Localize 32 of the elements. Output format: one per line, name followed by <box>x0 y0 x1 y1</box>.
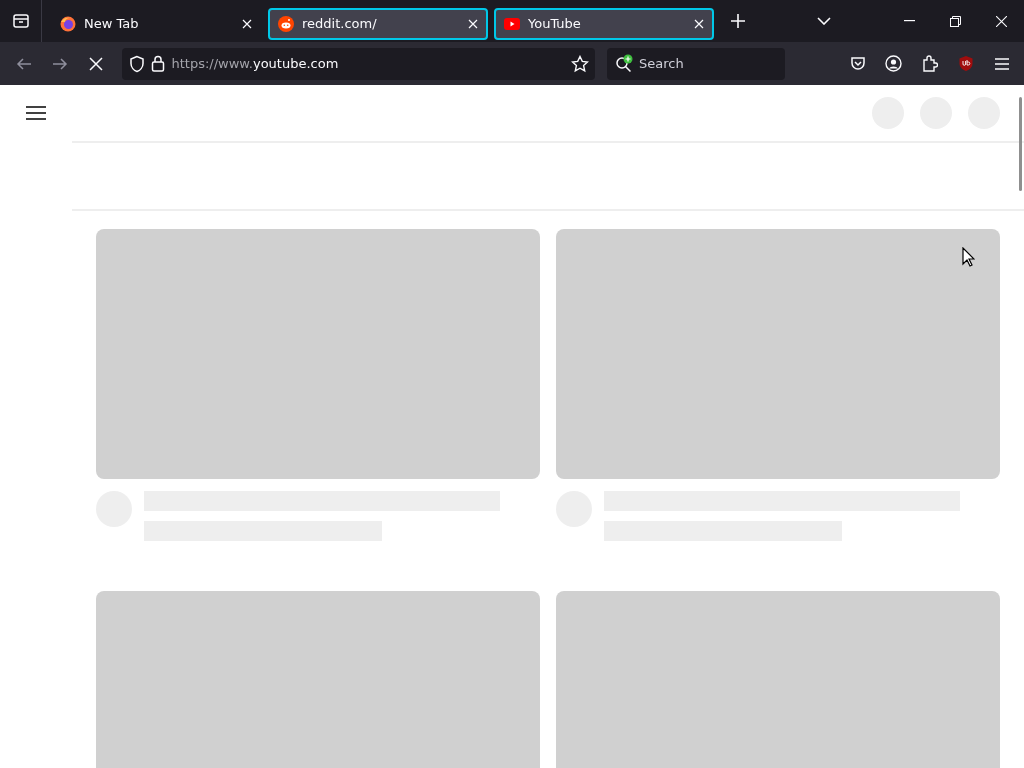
browser-tab[interactable]: reddit.com/ <box>268 7 488 40</box>
shield-icon <box>128 54 145 73</box>
puzzle-icon <box>921 55 938 72</box>
restore-icon <box>949 15 961 27</box>
chevron-down-icon <box>817 17 831 25</box>
menu-icon <box>993 56 1010 71</box>
account-icon <box>885 55 902 72</box>
pocket-icon <box>849 55 866 72</box>
minimize-icon <box>903 20 915 22</box>
search-field[interactable]: Search <box>607 47 785 80</box>
lock-icon <box>151 55 165 72</box>
shield-icon <box>957 55 974 72</box>
firefox-icon <box>60 15 76 32</box>
browser-tab[interactable]: New Tab <box>50 7 262 40</box>
forward-arrow-icon <box>52 55 68 72</box>
menu-icon[interactable] <box>26 105 46 121</box>
close-icon <box>89 56 103 71</box>
close-icon[interactable] <box>242 18 252 29</box>
address-bar[interactable]: https://www.youtube.com <box>122 47 595 80</box>
close-icon[interactable] <box>694 18 704 29</box>
tray-icon <box>11 12 30 30</box>
close-icon <box>995 15 1007 27</box>
cursor-icon <box>962 247 975 267</box>
close-icon[interactable] <box>468 18 478 29</box>
youtube-icon <box>504 17 520 30</box>
back-arrow-icon <box>16 55 32 72</box>
star-icon[interactable] <box>570 54 589 73</box>
plus-icon <box>731 14 745 28</box>
reddit-icon <box>278 15 294 32</box>
browser-tab[interactable]: YouTube <box>494 7 714 40</box>
url-text: https://www.youtube.com <box>171 54 339 73</box>
scrollbar-thumb[interactable] <box>1019 97 1022 191</box>
